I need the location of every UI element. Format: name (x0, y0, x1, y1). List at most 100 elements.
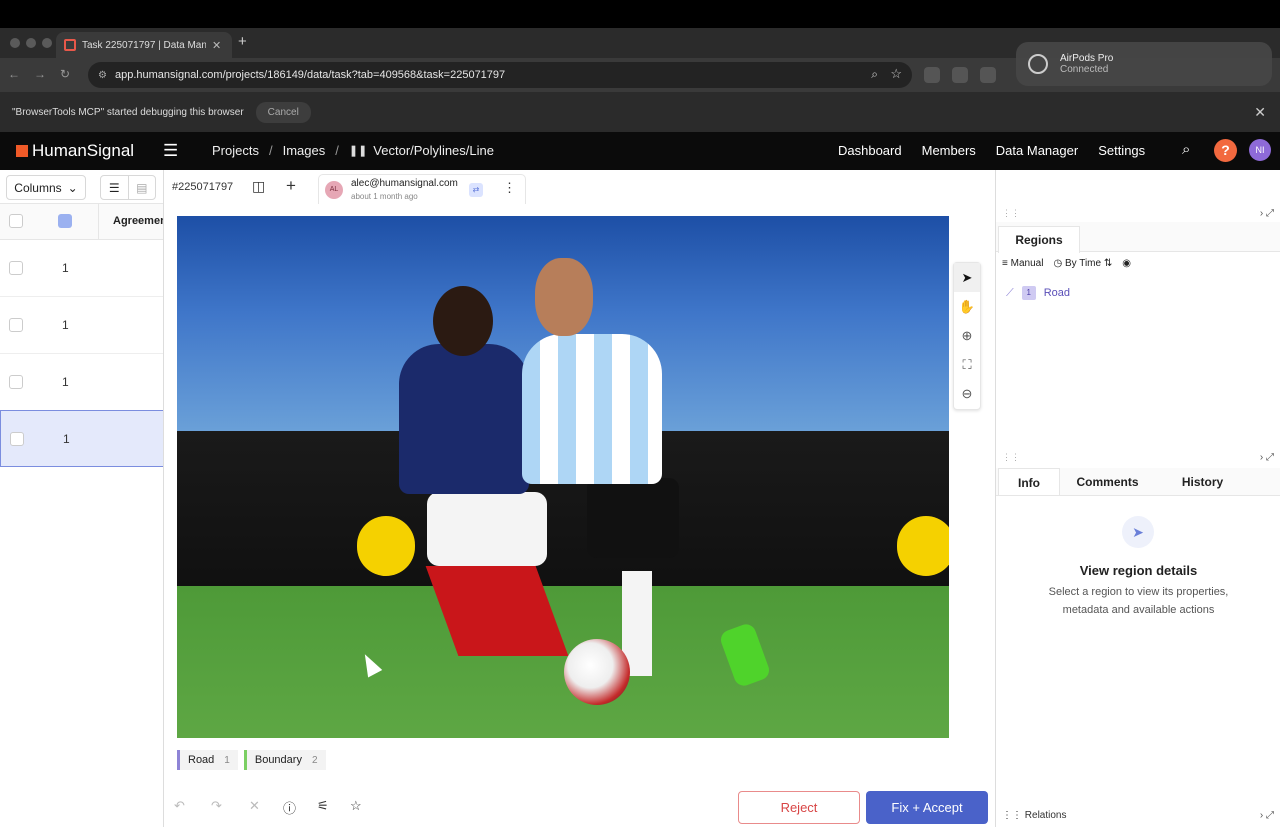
ground-truth-icon[interactable]: ⇄ (469, 183, 483, 197)
annotation-tab[interactable]: AL alec@humansignal.com about 1 month ag… (318, 174, 526, 204)
row-checkbox[interactable] (9, 261, 23, 275)
table-row-selected[interactable]: 1 (0, 410, 164, 467)
zoom-in-icon[interactable]: ⊕ (954, 321, 980, 350)
player-two-jersey (522, 334, 662, 484)
sort-manual[interactable]: ≡ Manual (1002, 258, 1043, 269)
airpods-notification[interactable]: AirPods Pro Connected (1016, 42, 1272, 86)
select-pointer-icon[interactable]: ➤ (954, 263, 980, 292)
label-road[interactable]: Road 1 (177, 750, 238, 770)
player-one-shorts (427, 492, 547, 566)
relations-header[interactable]: ⋮⋮ Relations (1002, 810, 1066, 821)
canvas-tools: ➤ ✋ ⊕ ⛶ ⊖ (953, 262, 981, 410)
nav-dashboard[interactable]: Dashboard (838, 143, 902, 158)
bottom-toolbar: ↶ ↷ ✕ ⓘ ⚟ ☆ Reject Fix + Accept (164, 790, 995, 827)
new-tab-icon[interactable]: + (238, 33, 247, 50)
main-area: Columns ⌄ ☰ ▤ Agreement 1 1 1 1 #2250717… (0, 170, 1280, 827)
breadcrumb-images[interactable]: Images (283, 143, 326, 158)
visibility-eye-icon[interactable]: ◉ (1122, 258, 1131, 269)
grid-view-icon[interactable]: ▤ (127, 176, 156, 199)
sort-manual-label: Manual (1010, 258, 1044, 269)
window-controls[interactable] (10, 38, 52, 48)
pointer-select-icon: ➤ (1122, 516, 1154, 548)
drag-handle-icon[interactable]: ⋮⋮ (1002, 208, 1020, 219)
label-boundary[interactable]: Boundary 2 (243, 750, 326, 770)
agreement-column-header[interactable]: Agreement (98, 204, 164, 240)
more-options-icon[interactable]: ⋮ (503, 180, 516, 196)
panel-collapse-icon[interactable]: › ⤢ (1260, 810, 1274, 821)
list-view-icon[interactable]: ☰ (101, 176, 128, 199)
tab-regions[interactable]: Regions (998, 226, 1080, 253)
clear-icon[interactable]: ✕ (249, 798, 260, 814)
back-icon[interactable]: ← (8, 67, 20, 81)
extension-icon[interactable] (980, 67, 996, 83)
info-icon[interactable]: ⓘ (283, 798, 296, 817)
airpods-icon (1028, 54, 1048, 74)
fix-accept-button[interactable]: Fix + Accept (866, 791, 988, 824)
search-icon[interactable]: ⌕ (1182, 141, 1190, 158)
drag-handle-icon[interactable]: ⋮⋮ (1002, 452, 1020, 463)
annotation-time: about 1 month ago (351, 192, 418, 201)
browser-tab-active[interactable]: Task 225071797 | Data Manag ✕ (56, 32, 232, 58)
close-tab-icon[interactable]: ✕ (212, 39, 221, 52)
breadcrumb-projects[interactable]: Projects (212, 143, 259, 158)
undo-icon[interactable]: ↶ (174, 798, 185, 814)
breadcrumb-separator: / (335, 143, 339, 158)
reject-button[interactable]: Reject (738, 791, 860, 824)
split-view-icon[interactable]: ◫ (252, 178, 265, 195)
nav-settings[interactable]: Settings (1098, 143, 1145, 158)
tab-info[interactable]: Info (998, 468, 1060, 495)
row-checkbox[interactable] (9, 375, 23, 389)
top-nav: Dashboard Members Data Manager Settings (838, 143, 1145, 158)
zoom-out-icon[interactable]: ⊖ (954, 379, 980, 408)
image-canvas[interactable] (177, 216, 949, 738)
table-row[interactable]: 1 (0, 240, 164, 297)
nav-data-manager[interactable]: Data Manager (996, 143, 1078, 158)
select-all-checkbox[interactable] (9, 214, 23, 228)
menu-icon[interactable]: ☰ (163, 141, 178, 161)
sort-by-time[interactable]: ◷ By Time ⇅ (1053, 258, 1112, 269)
extension-icon[interactable] (952, 67, 968, 83)
site-settings-icon[interactable]: ⚙ (98, 70, 107, 81)
label-palette: Road 1 Boundary 2 (177, 750, 326, 770)
extension-icon[interactable] (924, 67, 940, 83)
fit-to-screen-icon[interactable]: ⛶ (954, 350, 980, 379)
panel-collapse-icon[interactable]: › ⤢ (1260, 208, 1274, 219)
row-checkbox[interactable] (10, 432, 24, 446)
region-item[interactable]: ⟋ 1 Road (1006, 286, 1070, 300)
bookmark-star-icon[interactable]: ☆ (890, 66, 902, 82)
help-icon[interactable]: ? (1214, 139, 1237, 162)
maximize-window-icon[interactable] (42, 38, 52, 48)
regions-sort-bar: ≡ Manual ◷ By Time ⇅ ◉ (1002, 258, 1131, 269)
row-checkbox[interactable] (9, 318, 23, 332)
add-annotation-icon[interactable]: + (286, 176, 296, 196)
table-row[interactable]: 1 (0, 297, 164, 354)
avatar[interactable]: NI (1249, 139, 1271, 161)
table-header: Agreement (0, 204, 164, 240)
redo-icon[interactable]: ↷ (211, 798, 222, 814)
pan-hand-icon[interactable]: ✋ (954, 292, 980, 321)
star-icon[interactable]: ☆ (350, 798, 362, 814)
chevron-down-icon: ⌄ (67, 180, 78, 195)
close-infobar-icon[interactable]: ✕ (1254, 104, 1266, 121)
logo[interactable]: HumanSignal (16, 141, 134, 161)
minimize-window-icon[interactable] (26, 38, 36, 48)
breadcrumb-project[interactable]: Vector/Polylines/Line (373, 143, 494, 158)
label-name: Road (188, 754, 215, 766)
reload-icon[interactable]: ↻ (60, 67, 70, 81)
close-window-icon[interactable] (10, 38, 20, 48)
nav-members[interactable]: Members (922, 143, 976, 158)
relations-label: Relations (1024, 810, 1067, 821)
breadcrumb-separator: / (268, 143, 273, 158)
annotator-email: alec@humansignal.com (351, 178, 458, 189)
table-row[interactable]: 1 (0, 354, 164, 411)
settings-sliders-icon[interactable]: ⚟ (317, 798, 329, 814)
zoom-icon[interactable]: ⌕ (871, 67, 878, 82)
url-field[interactable]: ⚙ app.humansignal.com/projects/186149/da… (88, 62, 912, 88)
columns-button[interactable]: Columns ⌄ (6, 175, 86, 200)
url-text[interactable]: app.humansignal.com/projects/186149/data… (115, 69, 505, 81)
tab-history[interactable]: History (1155, 468, 1250, 495)
forward-icon[interactable]: → (34, 67, 46, 81)
panel-collapse-icon[interactable]: › ⤢ (1260, 452, 1274, 463)
debug-cancel-button[interactable]: Cancel (255, 101, 311, 123)
tab-comments[interactable]: Comments (1060, 468, 1155, 495)
